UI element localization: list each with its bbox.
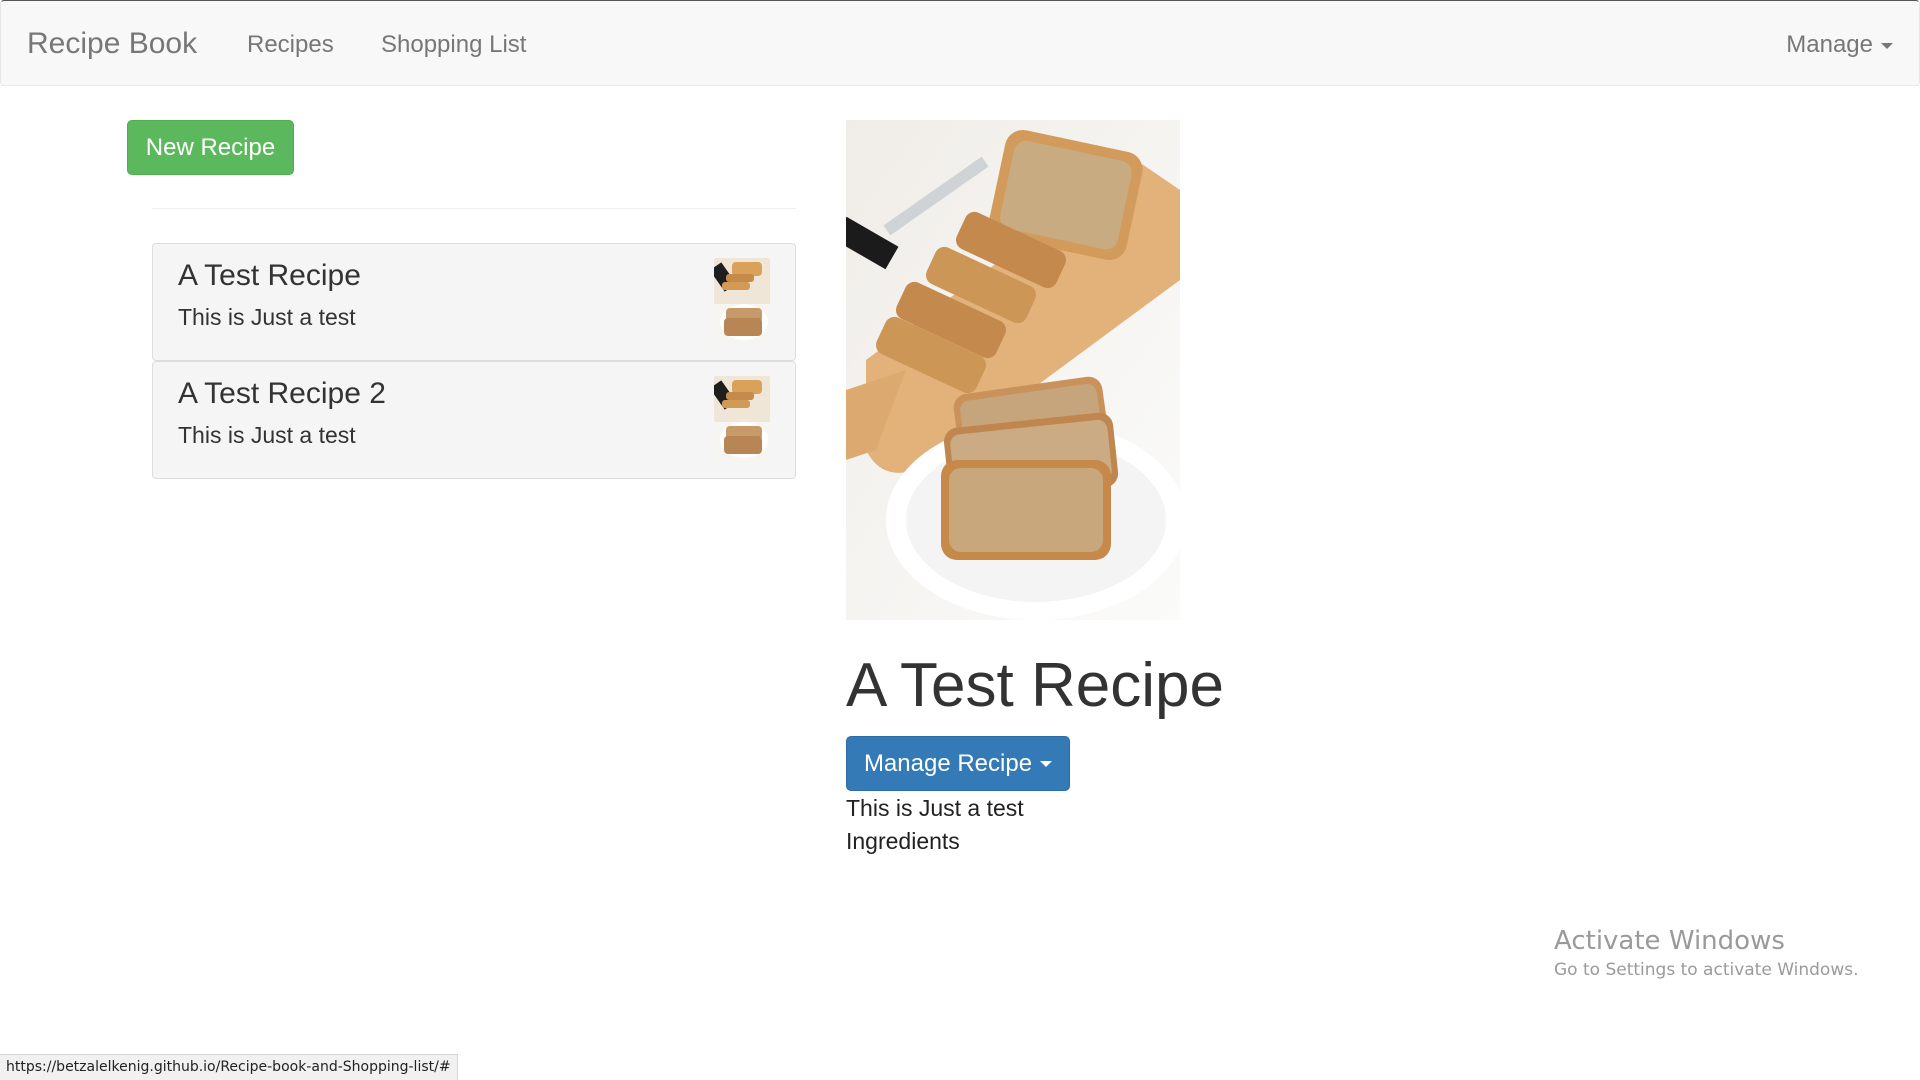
brand-link[interactable]: Recipe Book: [27, 27, 197, 61]
windows-activation-subtitle: Go to Settings to activate Windows.: [1554, 960, 1859, 980]
recipe-item-description: This is Just a test: [178, 422, 356, 448]
nav-link-recipes[interactable]: Recipes: [247, 31, 334, 59]
manage-dropdown[interactable]: Manage: [1786, 31, 1893, 59]
recipe-item-description: This is Just a test: [178, 304, 356, 330]
ingredients-heading: Ingredients: [846, 828, 960, 854]
recipe-thumbnail-image: [714, 258, 770, 344]
manage-recipe-button[interactable]: Manage Recipe: [846, 736, 1070, 791]
caret-down-icon: [1040, 760, 1053, 767]
status-bar-url: https://betzalelkenig.github.io/Recipe-b…: [0, 1054, 458, 1080]
recipe-detail-description: This is Just a test: [846, 795, 1024, 821]
divider: [152, 208, 796, 209]
manage-dropdown-label: Manage: [1786, 31, 1873, 58]
recipe-item-title: A Test Recipe: [178, 259, 361, 292]
windows-activation-title: Activate Windows: [1554, 926, 1785, 956]
recipe-item-title: A Test Recipe 2: [178, 377, 386, 410]
caret-down-icon: [1881, 42, 1893, 49]
recipe-list-item[interactable]: A Test Recipe 2 This is Just a test: [152, 361, 796, 479]
new-recipe-button[interactable]: New Recipe: [127, 120, 294, 175]
recipe-detail-title: A Test Recipe: [846, 651, 1224, 720]
manage-recipe-label: Manage Recipe: [863, 749, 1033, 777]
navbar: Recipe Book Recipes Shopping List Manage: [0, 0, 1920, 86]
recipe-list-item[interactable]: A Test Recipe This is Just a test: [152, 243, 796, 361]
recipe-detail-image: [846, 120, 1180, 620]
nav-link-shopping-list[interactable]: Shopping List: [381, 31, 526, 59]
recipe-thumbnail-image: [714, 376, 770, 462]
